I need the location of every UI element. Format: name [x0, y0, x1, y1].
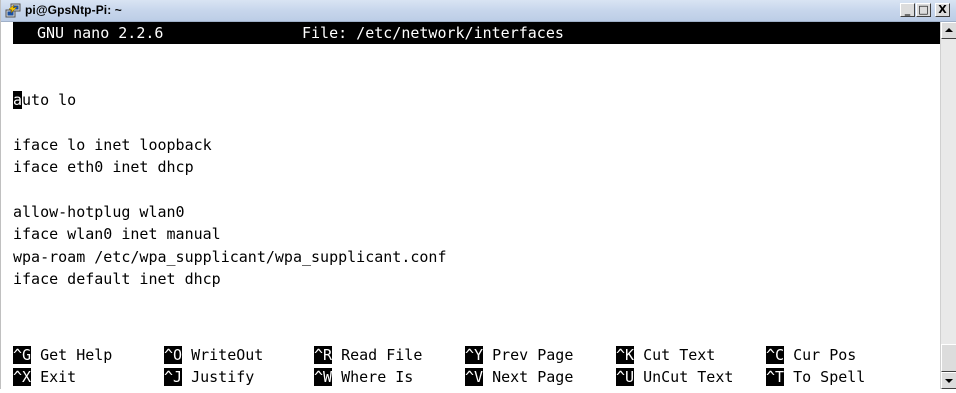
- minimize-button[interactable]: _: [900, 3, 915, 17]
- text-line-1-rest: uto lo: [22, 91, 77, 109]
- shortcut-exit[interactable]: ^X Exit: [13, 366, 76, 388]
- shortcut-to-spell[interactable]: ^T To Spell: [766, 366, 865, 388]
- putty-window: pi@GpsNtp-Pi: ~ _ □ X GNU nano 2.2.6 Fil…: [0, 0, 956, 389]
- shortcut-key: ^G: [13, 346, 32, 364]
- shortcut-key: ^K: [616, 346, 635, 364]
- text-line-1: auto lo: [13, 89, 76, 111]
- vertical-scrollbar[interactable]: [940, 22, 956, 389]
- close-button[interactable]: X: [935, 3, 950, 17]
- shortcut-label: Where Is: [332, 368, 414, 386]
- text-line-3: iface eth0 inet dhcp: [13, 158, 194, 176]
- scrollbar-thumb[interactable]: [941, 344, 956, 372]
- text-line-2: iface lo inet loopback: [13, 136, 212, 154]
- shortcut-writeout[interactable]: ^O WriteOut: [164, 344, 263, 366]
- putty-icon[interactable]: [5, 3, 21, 19]
- shortcut-get-help[interactable]: ^G Get Help: [13, 344, 112, 366]
- shortcut-key: ^O: [164, 346, 183, 364]
- shortcut-justify[interactable]: ^J Justify: [164, 366, 254, 388]
- shortcut-next-page[interactable]: ^V Next Page: [465, 366, 573, 388]
- shortcut-label: WriteOut: [182, 346, 264, 364]
- text-line-4: allow-hotplug wlan0: [13, 203, 185, 221]
- maximize-button[interactable]: □: [916, 3, 931, 17]
- scroll-up-button[interactable]: [941, 22, 956, 39]
- nano-filename: File: /etc/network/interfaces: [302, 24, 564, 42]
- shortcut-prev-page[interactable]: ^Y Prev Page: [465, 344, 573, 366]
- shortcut-key: ^C: [766, 346, 785, 364]
- shortcut-label: To Spell: [784, 368, 866, 386]
- nano-version: GNU nano 2.2.6: [37, 24, 164, 42]
- shortcut-key: ^U: [616, 368, 635, 386]
- shortcut-key: ^W: [314, 368, 333, 386]
- shortcut-key: ^Y: [465, 346, 484, 364]
- shortcut-label: Prev Page: [483, 346, 574, 364]
- shortcut-key: ^X: [13, 368, 32, 386]
- shortcut-label: Cur Pos: [784, 346, 857, 364]
- shortcut-label: Get Help: [31, 346, 113, 364]
- shortcut-label: Read File: [332, 346, 423, 364]
- shortcut-where-is[interactable]: ^W Where Is: [314, 366, 413, 388]
- nano-header: GNU nano 2.2.6 File: /etc/network/interf…: [13, 22, 940, 44]
- shortcut-uncut-text[interactable]: ^U UnCut Text: [616, 366, 733, 388]
- shortcut-key: ^T: [766, 368, 785, 386]
- title-bar[interactable]: pi@GpsNtp-Pi: ~ _ □ X: [1, 0, 956, 22]
- shortcut-key: ^J: [164, 368, 183, 386]
- shortcut-key: ^R: [314, 346, 333, 364]
- terminal-area[interactable]: GNU nano 2.2.6 File: /etc/network/interf…: [1, 22, 940, 389]
- arrow-down-icon: [945, 379, 953, 383]
- text-line-7: iface default inet dhcp: [13, 270, 221, 288]
- text-line-6: wpa-roam /etc/wpa_supplicant/wpa_supplic…: [13, 248, 447, 266]
- shortcut-label: UnCut Text: [634, 368, 734, 386]
- text-cursor: a: [13, 91, 23, 109]
- shortcut-label: Cut Text: [634, 346, 716, 364]
- shortcut-cur-pos[interactable]: ^C Cur Pos: [766, 344, 856, 366]
- shortcut-read-file[interactable]: ^R Read File: [314, 344, 422, 366]
- shortcut-cut-text[interactable]: ^K Cut Text: [616, 344, 715, 366]
- arrow-up-icon: [945, 28, 953, 32]
- shortcut-label: Next Page: [483, 368, 574, 386]
- shortcut-label: Exit: [31, 368, 77, 386]
- shortcut-label: Justify: [182, 368, 255, 386]
- window-title: pi@GpsNtp-Pi: ~: [25, 3, 122, 17]
- shortcut-key: ^V: [465, 368, 484, 386]
- scroll-down-button[interactable]: [941, 372, 956, 389]
- text-line-5: iface wlan0 inet manual: [13, 225, 221, 243]
